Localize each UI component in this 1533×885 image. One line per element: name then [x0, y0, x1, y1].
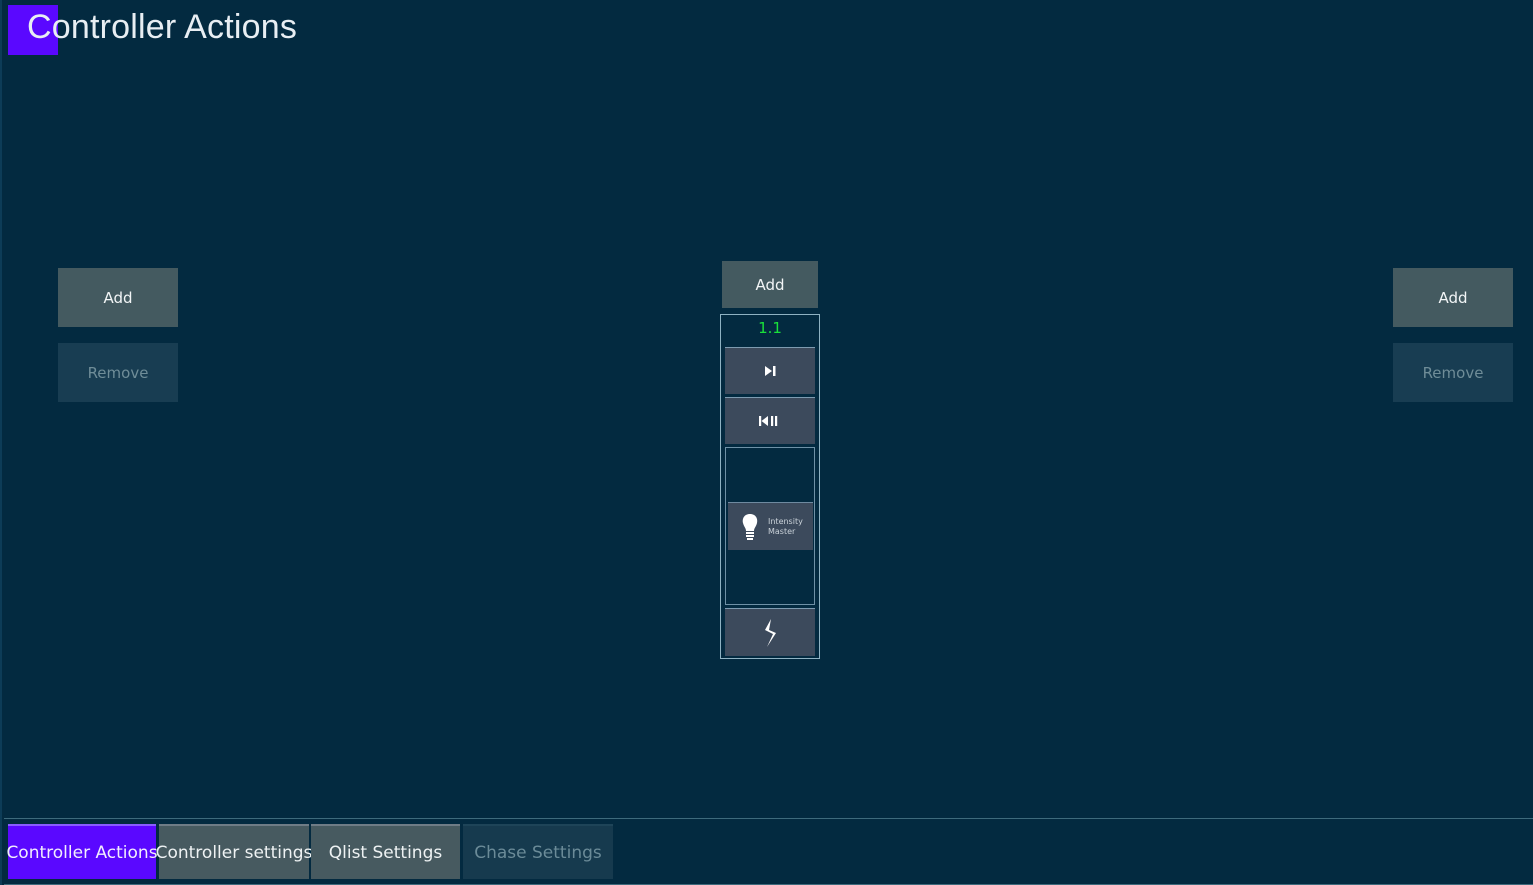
- tab-chase-settings[interactable]: Chase Settings: [463, 824, 613, 879]
- right-remove-button[interactable]: Remove: [1393, 343, 1513, 402]
- intensity-label-line2: Master: [768, 526, 796, 536]
- controller-actions-screen: Controller Actions Add Remove Add 1.1 In…: [0, 0, 1533, 885]
- tab-controller-actions[interactable]: Controller Actions: [6, 824, 158, 879]
- chase-icon: [765, 618, 776, 647]
- cue-number: 1.1: [758, 319, 782, 337]
- tab-qlist-settings[interactable]: Qlist Settings: [311, 824, 460, 879]
- back-pause-icon: [759, 416, 778, 426]
- fader-panel[interactable]: 1.1 Intensity Master: [720, 314, 820, 659]
- tab-controller-settings[interactable]: Controller settings: [156, 824, 312, 879]
- go-icon: [765, 366, 776, 376]
- go-button[interactable]: [725, 347, 815, 394]
- left-remove-button[interactable]: Remove: [58, 343, 178, 402]
- lightbulb-icon: [742, 513, 758, 540]
- bottom-tab-bar: Controller Actions Controller settings Q…: [4, 818, 1533, 885]
- right-add-button[interactable]: Add: [1393, 268, 1513, 327]
- intensity-master-button[interactable]: Intensity Master: [728, 502, 813, 550]
- page-title: Controller Actions: [27, 8, 298, 46]
- center-add-button[interactable]: Add: [722, 261, 818, 308]
- intensity-master-label: Intensity Master: [768, 517, 808, 537]
- chase-button[interactable]: [725, 608, 815, 656]
- intensity-label-line1: Intensity: [768, 516, 803, 526]
- back-pause-button[interactable]: [725, 397, 815, 444]
- left-add-button[interactable]: Add: [58, 268, 178, 327]
- fader-slot[interactable]: Intensity Master: [725, 447, 815, 605]
